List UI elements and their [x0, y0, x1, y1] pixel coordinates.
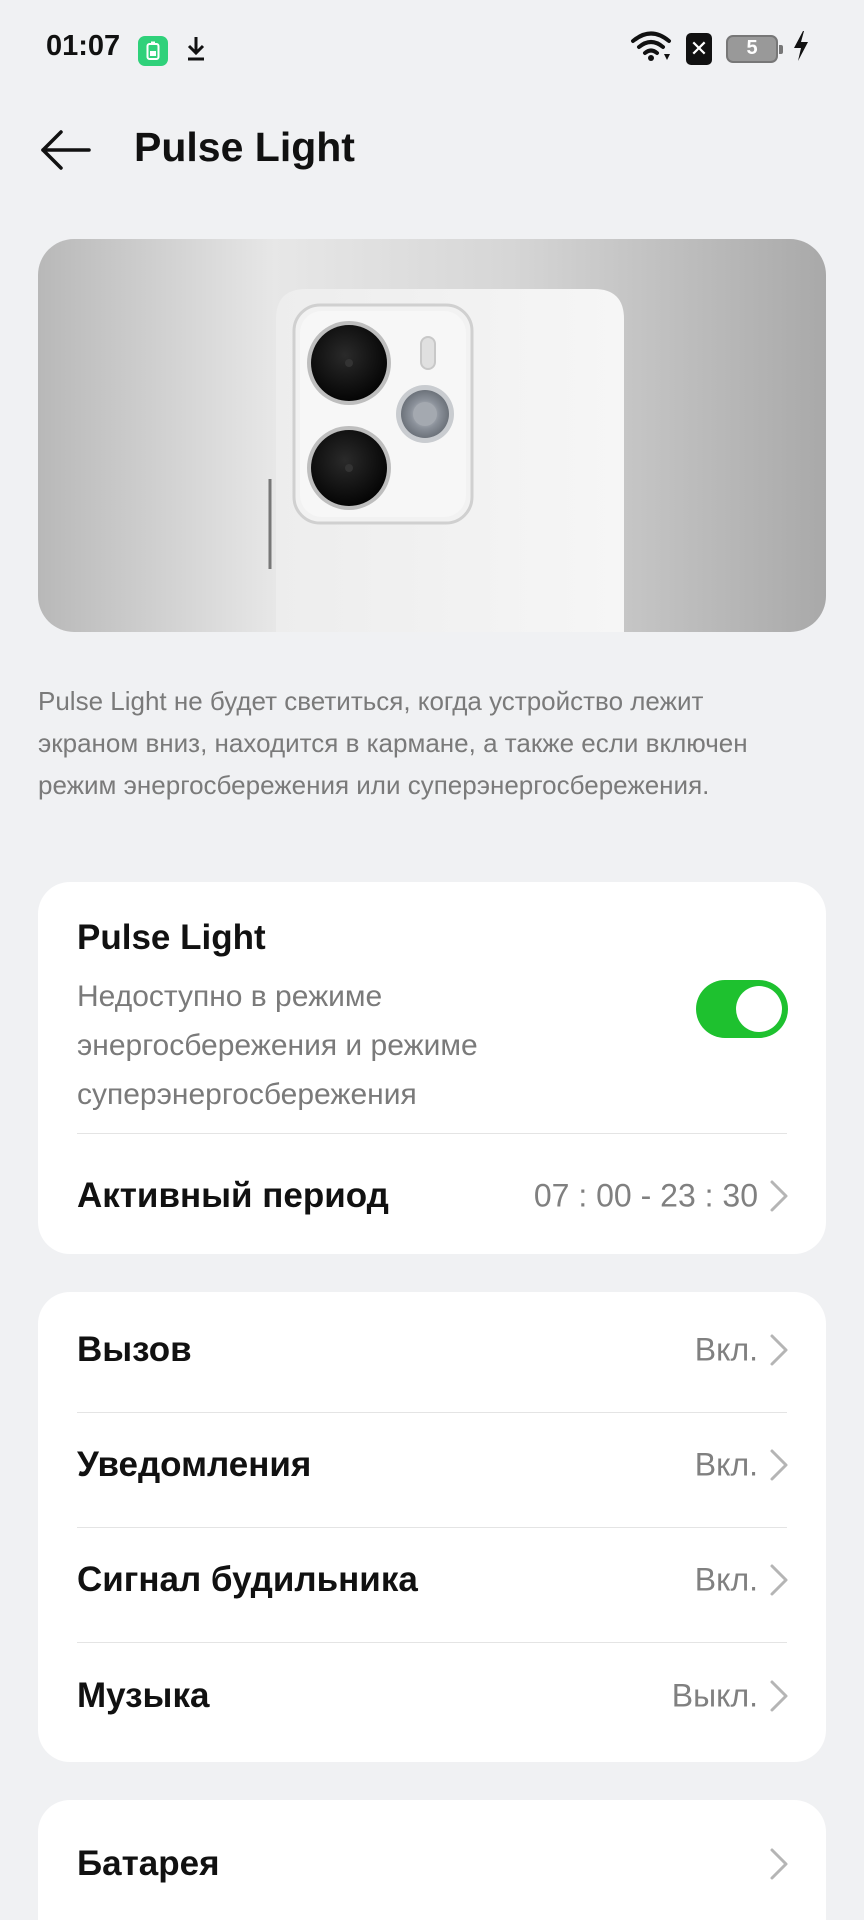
list-item-music[interactable]: Музыка Выкл. [38, 1638, 826, 1753]
list-item-value: Выкл. [671, 1677, 758, 1713]
chevron-right-icon [770, 1848, 788, 1879]
battery-saver-icon [138, 35, 168, 66]
list-item-label: Музыка [77, 1675, 210, 1715]
pulse-light-toggle-title: Pulse Light [77, 918, 266, 957]
back-button[interactable] [36, 122, 96, 178]
list-item-battery[interactable]: Батарея [38, 1806, 826, 1920]
pulse-light-description: Pulse Light не будет светиться, когда ус… [38, 686, 748, 800]
pulse-light-preview-image [38, 239, 826, 632]
list-item-label: Сигнал будильника [77, 1559, 418, 1599]
pulse-light-main-card: Pulse Light Недоступно в режиме энергосб… [38, 882, 826, 1254]
battery-card: Батарея [38, 1800, 826, 1920]
battery-icon: 5 [726, 34, 783, 63]
list-item-call[interactable]: Вызов Вкл. [38, 1292, 826, 1407]
page-title: Pulse Light [134, 124, 355, 170]
status-time: 01:07 [46, 30, 121, 62]
active-period-value: 07 : 00 - 23 : 30 [533, 1177, 758, 1213]
list-item-value: Вкл. [694, 1331, 758, 1367]
pulse-light-toggle-switch[interactable] [696, 980, 788, 1038]
active-period-label: Активный период [77, 1175, 389, 1215]
status-right-icons: ✕ 5 [630, 30, 810, 67]
divider [77, 1133, 787, 1134]
charging-icon [792, 30, 810, 67]
pulse-light-toggle-subtitle: Недоступно в режиме энергосбережения и р… [77, 980, 478, 1111]
header: Pulse Light [0, 110, 864, 190]
list-item-label: Вызов [77, 1329, 192, 1369]
list-item-value: Вкл. [694, 1446, 758, 1482]
list-item-label: Уведомления [77, 1444, 312, 1484]
list-item-value: Вкл. [694, 1561, 758, 1597]
list-item-label: Батарея [77, 1843, 220, 1883]
chevron-right-icon [770, 1180, 788, 1211]
pulse-light-events-card: Вызов Вкл. Уведомления Вкл. Сигнал будил… [38, 1292, 826, 1762]
pulse-light-settings-screen: 01:07 ✕ 5 Pulse Light Pulse Light не буд… [0, 0, 864, 1920]
list-item-alarm[interactable]: Сигнал будильника Вкл. [38, 1522, 826, 1637]
chevron-right-icon [770, 1449, 788, 1480]
chevron-right-icon [770, 1680, 788, 1711]
chevron-right-icon [770, 1334, 788, 1365]
wifi-icon [630, 30, 672, 67]
download-icon [184, 34, 208, 67]
active-period-row[interactable]: Активный период 07 : 00 - 23 : 30 [38, 1138, 826, 1253]
back-arrow-icon [41, 130, 91, 170]
list-item-notifications[interactable]: Уведомления Вкл. [38, 1407, 826, 1522]
toggle-knob [736, 986, 782, 1032]
status-left-icons [138, 34, 208, 67]
chevron-right-icon [770, 1564, 788, 1595]
sim-off-icon: ✕ [686, 32, 712, 65]
status-bar: 01:07 ✕ 5 [0, 0, 864, 100]
